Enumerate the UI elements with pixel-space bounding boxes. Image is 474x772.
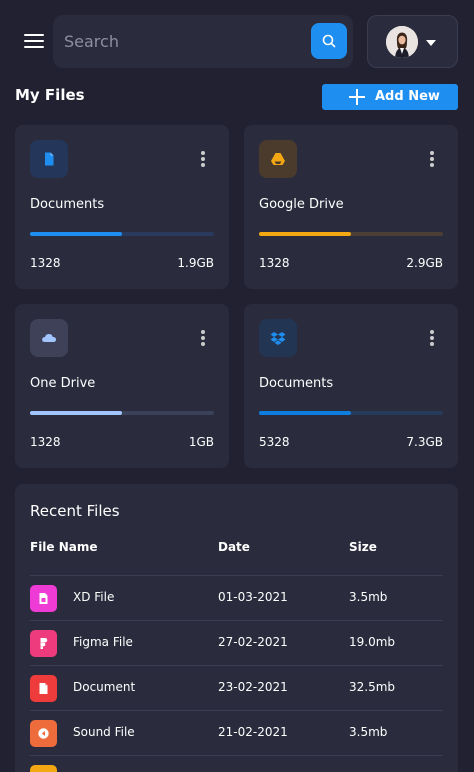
file-count: 1328	[30, 435, 61, 449]
file-count: 1328	[30, 256, 61, 270]
storage-card-google-drive[interactable]: Google Drive 1328 2.9GB	[244, 125, 458, 289]
search-input[interactable]	[53, 15, 308, 68]
more-options-icon[interactable]	[195, 327, 211, 347]
storage-size: 2.9GB	[406, 256, 443, 270]
card-title: One Drive	[30, 376, 96, 391]
file-count: 1328	[259, 256, 290, 270]
storage-progress	[259, 232, 443, 236]
column-header-date: Date	[218, 540, 250, 554]
add-new-button[interactable]: Add New	[322, 84, 458, 110]
file-size: 3.5mb	[349, 725, 388, 739]
cloud-icon	[30, 319, 68, 357]
storage-card-documents[interactable]: Documents 1328 1.9GB	[15, 125, 229, 289]
file-name: Document	[73, 680, 136, 694]
card-title: Documents	[259, 376, 334, 391]
storage-size: 7.3GB	[406, 435, 443, 449]
xd-file-icon	[30, 585, 57, 612]
file-size: 32.5mb	[349, 680, 396, 694]
table-row[interactable]: XD File 01-03-2021 3.5mb	[30, 575, 443, 620]
file-date: 23-02-2021	[218, 680, 288, 694]
google-drive-icon	[259, 140, 297, 178]
storage-size: 1GB	[188, 435, 214, 449]
page-title: My Files	[15, 86, 85, 104]
table-row[interactable]: Document 23-02-2021 32.5mb	[30, 665, 443, 710]
file-name: XD File	[73, 590, 115, 604]
sound-file-icon	[30, 720, 57, 747]
table-row[interactable]: Sound File 21-02-2021 3.5mb	[30, 710, 443, 755]
storage-progress	[30, 411, 214, 415]
search-bar	[53, 15, 353, 68]
file-icon	[30, 765, 57, 772]
file-size: 3.5mb	[349, 590, 388, 604]
file-name: Sound File	[73, 725, 135, 739]
avatar	[386, 26, 418, 58]
plus-icon	[348, 88, 366, 106]
table-row[interactable]	[30, 755, 443, 772]
more-options-icon[interactable]	[424, 327, 440, 347]
add-new-label: Add New	[375, 89, 440, 104]
hamburger-menu-icon[interactable]	[24, 34, 44, 48]
search-icon	[322, 34, 336, 48]
file-date: 01-03-2021	[218, 590, 288, 604]
document-icon	[30, 675, 57, 702]
storage-progress	[30, 232, 214, 236]
search-button[interactable]	[311, 23, 347, 59]
table-row[interactable]: Figma File 27-02-2021 19.0mb	[30, 620, 443, 665]
storage-progress	[259, 411, 443, 415]
document-icon	[30, 140, 68, 178]
top-bar	[0, 0, 474, 82]
column-header-size: Size	[349, 540, 377, 554]
card-title: Google Drive	[259, 197, 344, 212]
more-options-icon[interactable]	[424, 148, 440, 168]
figma-icon	[30, 630, 57, 657]
more-options-icon[interactable]	[195, 148, 211, 168]
caret-down-icon	[426, 40, 436, 46]
file-date: 21-02-2021	[218, 725, 288, 739]
storage-card-one-drive[interactable]: One Drive 1328 1GB	[15, 304, 229, 468]
file-size: 19.0mb	[349, 635, 396, 649]
card-title: Documents	[30, 197, 105, 212]
storage-card-dropbox[interactable]: Documents 5328 7.3GB	[244, 304, 458, 468]
column-header-file-name: File Name	[30, 540, 98, 554]
storage-size: 1.9GB	[177, 256, 214, 270]
file-count: 5328	[259, 435, 290, 449]
file-date: 27-02-2021	[218, 635, 288, 649]
recent-files-panel: Recent Files File Name Date Size XD File…	[15, 484, 458, 772]
dropbox-icon	[259, 319, 297, 357]
profile-menu[interactable]	[367, 15, 458, 68]
recent-files-title: Recent Files	[30, 502, 120, 520]
file-name: Figma File	[73, 635, 133, 649]
